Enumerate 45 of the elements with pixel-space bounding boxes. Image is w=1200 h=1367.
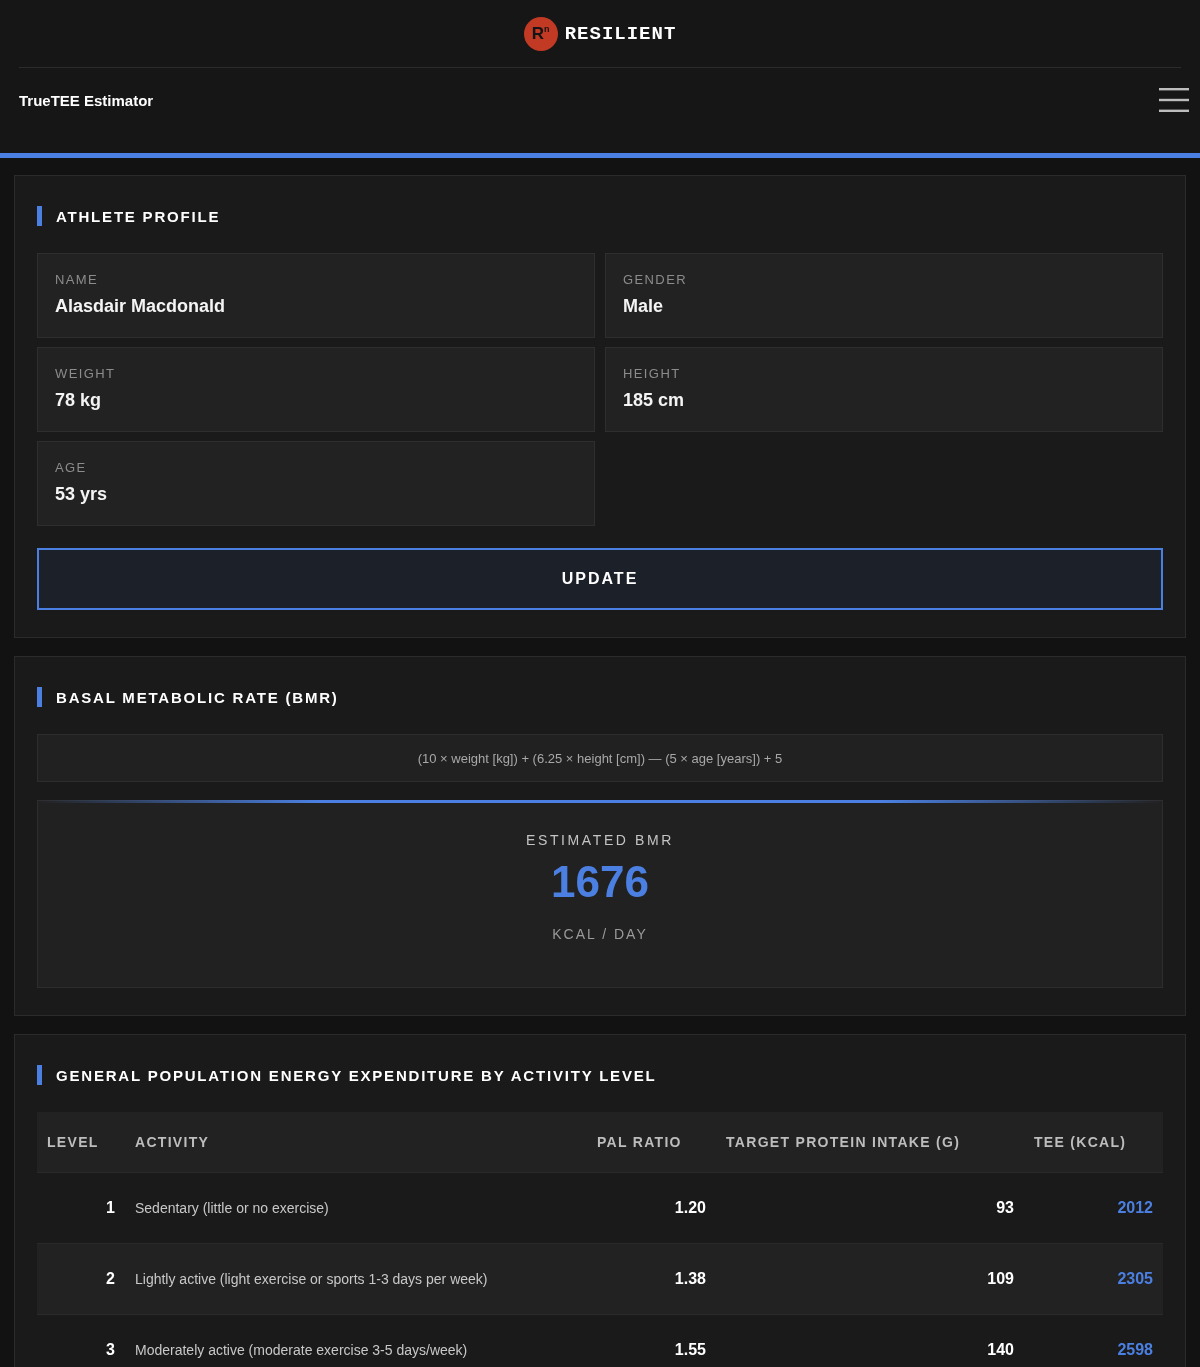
column-header: PAL RATIO [596,1134,683,1150]
tee-cell-text: 2012 [1116,1199,1154,1217]
result-value: 1676 [551,860,649,904]
level-cell-text: 3 [105,1341,116,1359]
column-header: ACTIVITY [134,1134,211,1150]
result-label: ESTIMATED BMR [526,832,674,848]
field-value: Alasdair Macdonald [55,296,227,317]
heading-marker [37,206,42,226]
brand-name: RESILIENT [564,22,677,45]
field-label: WEIGHT [55,366,117,381]
column-header: LEVEL [46,1134,100,1150]
activity-cell-text: Lightly active (light exercise or sports 1-3 days per week) [134,1271,489,1287]
section-heading: GENERAL POPULATION ENERGY EXPENDITURE BY ACTIVITY LEVEL [56,1066,657,1084]
protein-cell-text: 109 [986,1270,1015,1288]
section-heading: BASAL METABOLIC RATE (BMR) [56,688,339,706]
protein-cell-text: 140 [986,1341,1015,1359]
level-cell-text: 2 [105,1270,116,1288]
app-title: TrueTEE Estimator [19,91,154,109]
field-value: 53 yrs [55,484,109,505]
tee-cell-text: 2305 [1116,1270,1154,1288]
protein-cell-text: 93 [995,1199,1015,1217]
level-cell-text: 1 [105,1199,116,1217]
pal-ratio-cell-text: 1.20 [673,1199,707,1217]
formula-text: (10 × weight [kg]) + (6.25 × height [cm]) — (5 × age [years]) + 5 [37,734,1163,782]
update-button[interactable]: UPDATE [37,548,1163,610]
column-header: TARGET PROTEIN INTAKE (G) [725,1134,962,1150]
tee-cell-text: 2598 [1116,1341,1154,1359]
activity-cell-text: Sedentary (little or no exercise) [134,1200,330,1216]
activity-cell-text: Moderately active (moderate exercise 3-5 days/week) [134,1342,469,1358]
field-value: 185 cm [623,390,686,411]
menu-icon[interactable] [1159,88,1189,112]
logo-mark: R$^{n}$ [523,16,558,51]
pal-ratio-cell-text: 1.55 [673,1341,707,1359]
field-value: 78 kg [55,390,103,411]
heading-marker [37,1065,42,1085]
field-label: AGE [55,460,88,475]
field-value: Male [623,296,665,317]
field-label: GENDER [623,272,689,287]
field-label: NAME [55,272,100,287]
column-header: TEE (KCAL) [1033,1134,1128,1150]
result-unit: KCAL / DAY [552,926,648,942]
field-label: HEIGHT [623,366,682,381]
pal-ratio-cell-text: 1.38 [673,1270,707,1288]
section-heading: ATHLETE PROFILE [56,207,221,225]
heading-marker [37,687,42,707]
